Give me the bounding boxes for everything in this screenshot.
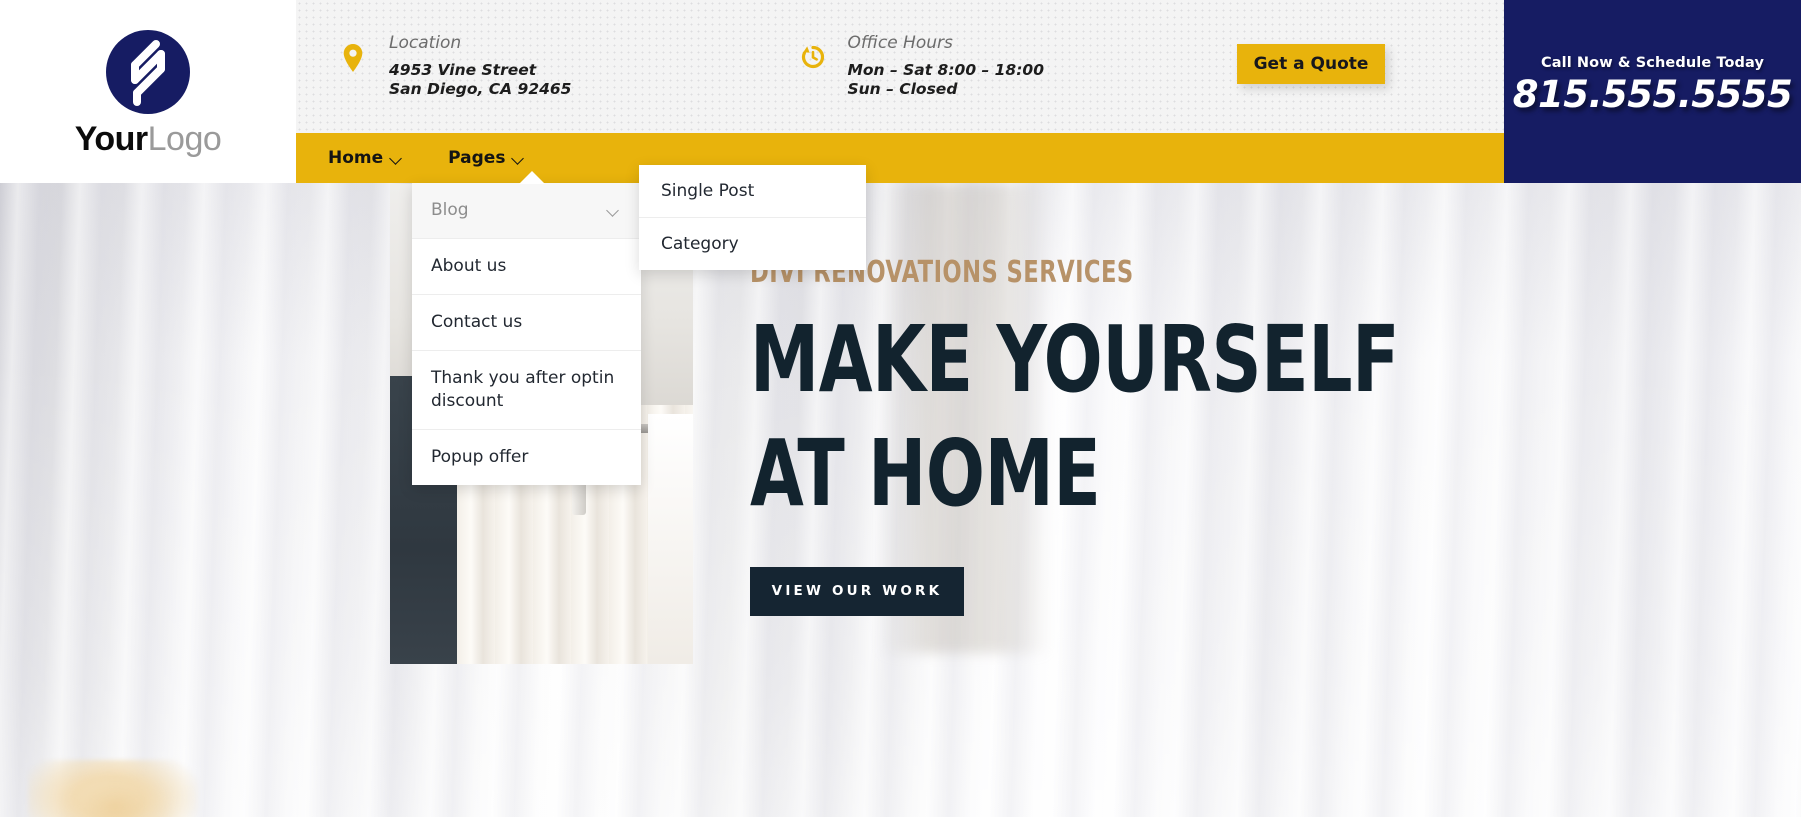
dropdown-item-blog[interactable]: Blog [412, 183, 641, 239]
pages-dropdown: Blog About us Contact us Thank you after… [412, 183, 641, 485]
circle-stripes-logo-icon [104, 28, 192, 116]
view-our-work-button[interactable]: View Our Work [750, 566, 964, 616]
dropdown-item-contact-us-label: Contact us [431, 311, 523, 332]
dropdown-item-about-us[interactable]: About us [412, 239, 641, 295]
hours-info: Office Hours Mon – Sat 8:00 – 18:00 Sun … [799, 33, 1044, 99]
location-info: Location 4953 Vine Street San Diego, CA … [341, 33, 571, 99]
hours-line2: Sun – Closed [847, 80, 958, 99]
logo-text-secondary: Logo [147, 119, 222, 158]
chevron-down-icon [608, 205, 619, 216]
get-a-quote-button[interactable]: Get a Quote [1237, 44, 1385, 84]
location-line1: 4953 Vine Street [389, 60, 537, 79]
hours-line1: Mon – Sat 8:00 – 18:00 [847, 60, 1044, 79]
hours-label: Office Hours [847, 33, 953, 54]
logo[interactable]: YourLogo [0, 0, 296, 183]
hero-flower-blur-inner [60, 775, 170, 817]
hero-title-line2: At Home [750, 420, 1101, 528]
dropdown-item-blog-label: Blog [431, 200, 469, 220]
dropdown-pointer [519, 171, 545, 184]
submenu-item-single-post[interactable]: Single Post [639, 165, 866, 218]
location-line2: San Diego, CA 92465 [389, 80, 572, 99]
dropdown-item-about-us-label: About us [431, 255, 507, 276]
clock-history-icon [799, 43, 829, 79]
map-pin-icon [341, 43, 371, 79]
chevron-down-icon [391, 153, 402, 164]
dropdown-item-thank-you[interactable]: Thank you after optin discount [412, 351, 641, 430]
logo-text-primary: Your [74, 119, 148, 158]
dropdown-item-popup-offer-label: Popup offer [431, 446, 529, 467]
hero-title-line1: Make Yourself [750, 306, 1400, 413]
dropdown-item-contact-us[interactable]: Contact us [412, 295, 641, 351]
submenu-item-category[interactable]: Category [639, 218, 866, 270]
logo-text: YourLogo [75, 122, 222, 156]
phone-kicker: Call Now & Schedule Today [1541, 55, 1764, 71]
chevron-down-icon [513, 153, 524, 164]
nav-item-home[interactable]: Home [314, 133, 416, 183]
page-root: YourLogo Location 4953 Vine Street San D… [0, 0, 1801, 817]
phone-number[interactable]: 815.555.5555 [1513, 73, 1793, 116]
main-nav: Home Pages [296, 133, 1504, 183]
blog-submenu: Single Post Category [639, 165, 866, 270]
dropdown-item-thank-you-label: Thank you after optin discount [431, 367, 615, 411]
dropdown-item-popup-offer[interactable]: Popup offer [412, 430, 641, 485]
phone-panel[interactable]: Call Now & Schedule Today 815.555.5555 [1504, 0, 1801, 183]
hero-content: Divi Renovations Services Make Yourself … [750, 255, 1523, 616]
nav-item-home-label: Home [328, 148, 384, 168]
nav-item-pages-label: Pages [448, 148, 506, 168]
location-label: Location [389, 33, 462, 54]
